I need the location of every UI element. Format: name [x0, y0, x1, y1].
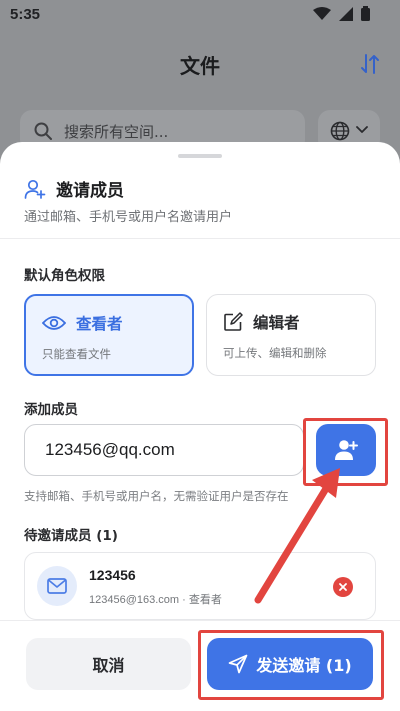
sheet-header: 邀请成员: [24, 176, 124, 201]
battery-icon: [361, 6, 370, 21]
sheet-title: 邀请成员: [56, 181, 124, 201]
mail-icon: [47, 578, 67, 594]
role-name: 查看者: [76, 315, 123, 333]
role-description: 可上传、编辑和删除: [223, 346, 327, 360]
status-bar: 5:35: [0, 0, 400, 30]
sheet-subtitle: 通过邮箱、手机号或用户名邀请用户: [24, 210, 233, 225]
page-title: 文件: [180, 56, 220, 78]
role-description: 只能查看文件: [42, 347, 111, 361]
app-header: 文件: [0, 46, 400, 82]
signal-icon: [339, 6, 353, 21]
highlight-box-add-button: [303, 418, 388, 486]
chevron-down-icon: [356, 126, 368, 133]
add-section-label: 添加成员: [24, 402, 78, 418]
role-card-editor[interactable]: 编辑者 可上传、编辑和删除: [206, 294, 376, 376]
close-icon: [339, 583, 347, 591]
eye-icon: [42, 316, 66, 330]
cancel-button[interactable]: 取消: [26, 638, 191, 690]
pending-section-label: 待邀请成员 (1): [24, 528, 118, 544]
edit-icon: [224, 312, 243, 331]
pending-name: 123456: [89, 567, 136, 583]
role-name: 编辑者: [253, 314, 300, 332]
list-item: 123456 123456@163.com · 查看者: [24, 552, 376, 620]
role-section-label: 默认角色权限: [24, 268, 105, 284]
pending-meta: 123456@163.com · 查看者: [89, 594, 222, 606]
role-card-viewer[interactable]: 查看者 只能查看文件: [24, 294, 194, 376]
search-icon: [34, 122, 52, 140]
sheet-handle[interactable]: [178, 154, 222, 158]
divider: [0, 238, 400, 239]
highlight-box-send-button: [198, 630, 384, 700]
wifi-icon: [313, 6, 331, 20]
avatar: [37, 566, 77, 606]
add-person-icon: [24, 179, 46, 199]
remove-member-button[interactable]: [333, 577, 353, 597]
divider: [0, 620, 400, 621]
search-placeholder: 搜索所有空间...: [64, 123, 169, 141]
input-hint: 支持邮箱、手机号或用户名，无需验证用户是否存在: [24, 489, 289, 503]
member-input[interactable]: [24, 424, 304, 476]
globe-icon: [330, 121, 350, 141]
sort-icon[interactable]: [358, 52, 382, 76]
status-icons: [313, 6, 370, 21]
status-time: 5:35: [10, 6, 41, 23]
